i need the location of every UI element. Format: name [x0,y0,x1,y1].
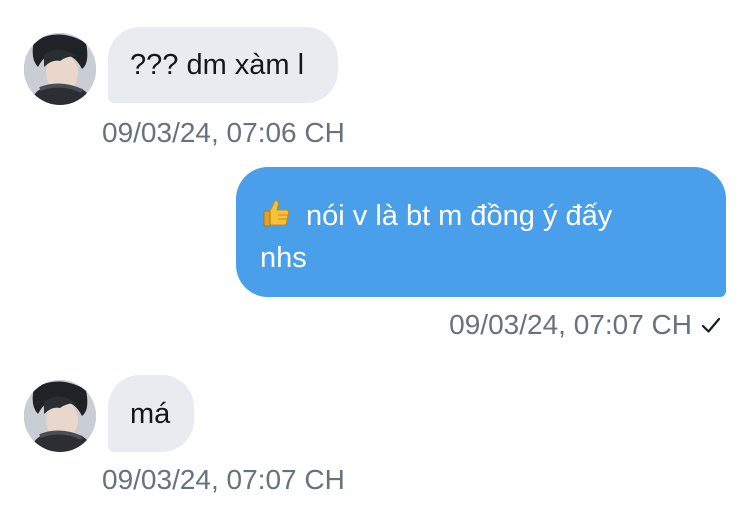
message-timestamp-row: 09/03/24, 07:07 CH [449,308,722,342]
thumbs-up-icon [263,200,290,227]
avatar[interactable] [24,380,96,452]
message-timestamp: 09/03/24, 07:06 CH [102,117,345,148]
message-timestamp: 09/03/24, 07:07 CH [102,464,345,495]
message-text: má [130,398,171,430]
avatar-photo [24,33,96,105]
check-icon [701,317,721,333]
incoming-message-bubble[interactable]: ??? dm xàm l [108,27,338,103]
incoming-message-bubble[interactable]: má [108,375,194,452]
message-timestamp: 09/03/24, 07:07 CH [449,309,692,340]
avatar[interactable] [24,33,96,105]
message-text-line-2: nhs [260,242,307,274]
outgoing-message-bubble[interactable]: nói v là bt m đồng ý đấy nhs [236,167,726,297]
message-text: ??? dm xàm l [130,49,305,81]
avatar-photo [24,380,96,452]
message-text-line-1: nói v là bt m đồng ý đấy [306,200,613,232]
